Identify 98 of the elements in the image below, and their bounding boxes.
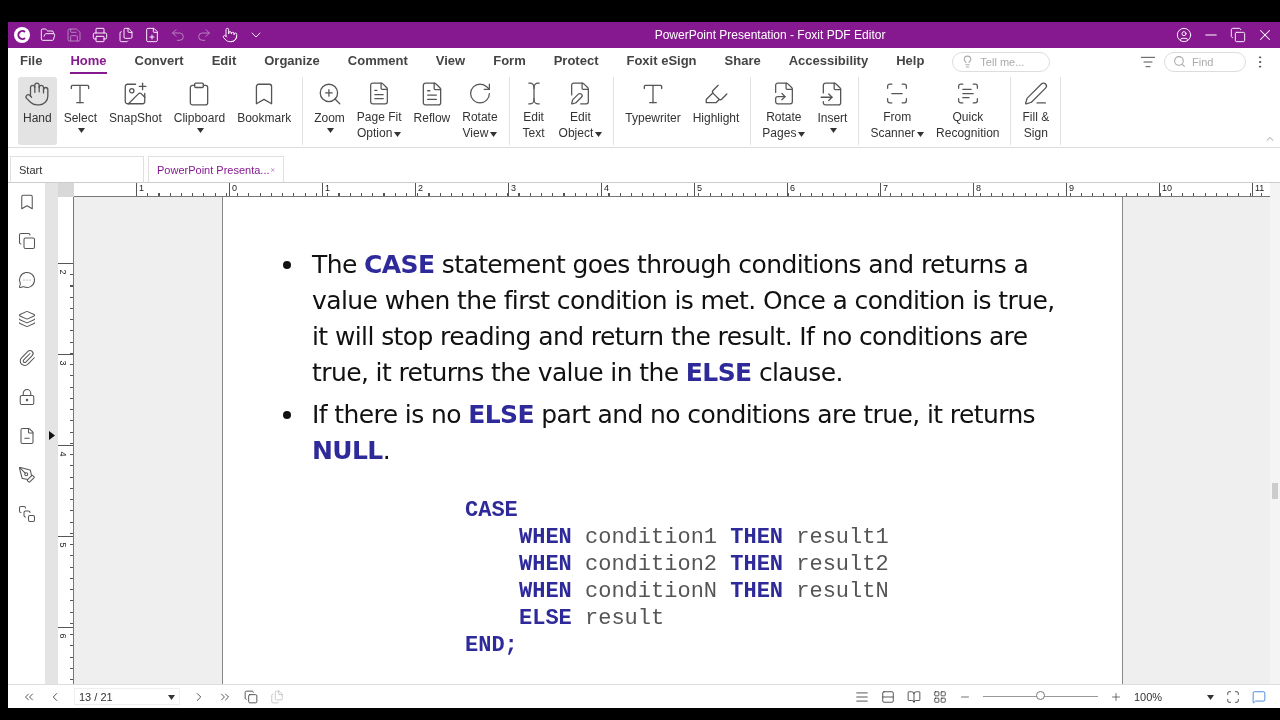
menu-tab[interactable]: Convert [134,49,184,74]
ribbon-button[interactable]: Quick Recognition [931,77,1005,145]
ribbon-button[interactable]: Highlight [687,77,745,145]
ruler-number: 3 [511,183,516,193]
menu-tab[interactable]: Home [70,49,107,74]
app-logo-icon [14,27,30,43]
field-placeholder: Find [1192,55,1214,68]
ruler-number: 2 [418,183,423,193]
ruler-number: 6 [58,633,68,639]
ruler-number: 5 [697,183,702,193]
continuous-page-icon[interactable] [881,689,895,704]
attachment-icon[interactable] [17,349,36,367]
ribbon-button[interactable]: Bookmark [232,77,297,145]
bullet-text: If there is no ELSE part and no conditions are true, it returns NULL. [312,399,1037,467]
menu-tab[interactable]: Help [896,49,925,74]
ribbon-button[interactable]: Edit Text [515,77,552,145]
document-tab[interactable]: PowerPoint Presenta... [148,156,284,182]
zoom-field[interactable]: 100% [1134,690,1214,703]
menu-tab[interactable]: Protect [553,49,599,74]
ruler-number: 3 [58,360,68,366]
code-line: WHEN condition2 THEN result2 [518,551,890,578]
scrollbar[interactable] [1270,183,1280,684]
search-icon [1173,55,1186,68]
hand-pointer-icon[interactable] [222,27,238,43]
ruler-number: 1 [325,183,330,193]
ribbon-button[interactable]: Reflow [408,77,456,145]
folder-icon[interactable] [40,27,56,43]
code-line: END; [465,632,519,659]
ribbon-button[interactable]: Select [58,77,103,145]
ribbon-button[interactable]: Fill & Sign [1017,77,1055,145]
menu-tab[interactable]: Accessibility [788,49,869,74]
document-tab[interactable]: Start [10,156,144,182]
new-document-icon[interactable] [144,27,160,43]
code-line: ELSE result [518,605,666,632]
page-number-field[interactable]: 13 / 21 [74,688,180,705]
caret-icon [1207,695,1214,700]
caret-icon [168,695,175,700]
ribbon-button[interactable]: Edit Object [553,77,608,145]
ruler-number: 9 [1069,183,1074,193]
fullscreen-icon[interactable] [1226,689,1240,704]
layers-icon[interactable] [17,310,36,328]
ribbon-button[interactable]: Page Fit Option [351,77,407,145]
ruler-number: 2 [58,269,68,275]
ruler-number: 1 [139,183,144,193]
slider-thumb[interactable] [1035,691,1045,700]
pen-icon [1022,81,1049,106]
ribbon-button[interactable]: Rotate Pages [757,77,811,145]
bullet-icon [283,411,291,419]
ribbon-button[interactable]: Insert [812,77,853,145]
ruler-number: 0 [232,183,237,193]
ribbon-button[interactable]: Clipboard [168,77,231,145]
ruler-number: 11 [1255,183,1265,193]
ruler-number: 10 [1162,183,1172,193]
lock-icon[interactable] [17,388,36,406]
ruler-number: 5 [58,542,68,548]
ribbon-button[interactable]: SnapShot [104,77,167,145]
menu-tab[interactable]: Share [724,49,761,74]
menu-tab[interactable]: Form [493,49,526,74]
menu-tab[interactable]: Edit [211,49,237,74]
print-icon[interactable] [92,27,108,43]
documents-icon[interactable] [118,27,134,43]
menu-tab[interactable]: View [435,49,466,74]
code-line: WHEN conditionN THEN resultN [518,578,890,605]
ruler-number: 4 [58,451,68,457]
comment-icon[interactable] [17,271,36,289]
menu-tab[interactable]: File [20,49,43,74]
ribbon-button[interactable]: Zoom [309,77,350,145]
code-line: WHEN condition1 THEN result1 [518,524,890,551]
menu-tab[interactable]: Organize [264,49,320,74]
bullet-icon [283,261,291,269]
window-title: PowerPoint Presentation - Foxit PDF Editor [654,28,886,42]
ribbon-button[interactable]: Typewriter [620,77,686,145]
account-icon[interactable] [1176,27,1192,43]
field-placeholder: Tell me... [980,55,1025,68]
image-icon [122,81,149,107]
single-page-icon[interactable] [855,689,869,704]
facing-page-icon[interactable] [907,689,921,704]
ribbon-button[interactable]: Rotate View [457,77,503,145]
ribbon-button[interactable]: Hand [18,77,57,145]
bullet-text: The CASE statement goes through conditions and returns a value when the first condition is met. Once a condition is true, it will stop reading and return the result. If no conditions are true, it returns the value in the ELSE clause. [312,249,1056,389]
zoom-in-icon[interactable] [1110,690,1122,703]
compare-icon[interactable] [17,505,36,523]
copy-icon[interactable] [244,689,258,704]
hand-icon [24,81,51,107]
code-line: CASE [465,497,519,524]
ruler-number: 4 [604,183,609,193]
expand-arrow-icon[interactable] [48,431,55,440]
grid-page-icon[interactable] [933,689,947,704]
ruler-number: 7 [883,183,888,193]
ruler-number: 6 [790,183,795,193]
ribbon-button[interactable]: From Scanner [865,77,930,145]
restore-icon[interactable] [1230,27,1246,43]
signature-icon[interactable] [17,466,36,484]
document-icon[interactable] [17,427,36,445]
pages-icon[interactable] [17,232,36,250]
menu-tab[interactable]: Comment [347,49,408,74]
menu-tab[interactable]: Foxit eSign [626,49,697,74]
ruler-number: 8 [976,183,981,193]
